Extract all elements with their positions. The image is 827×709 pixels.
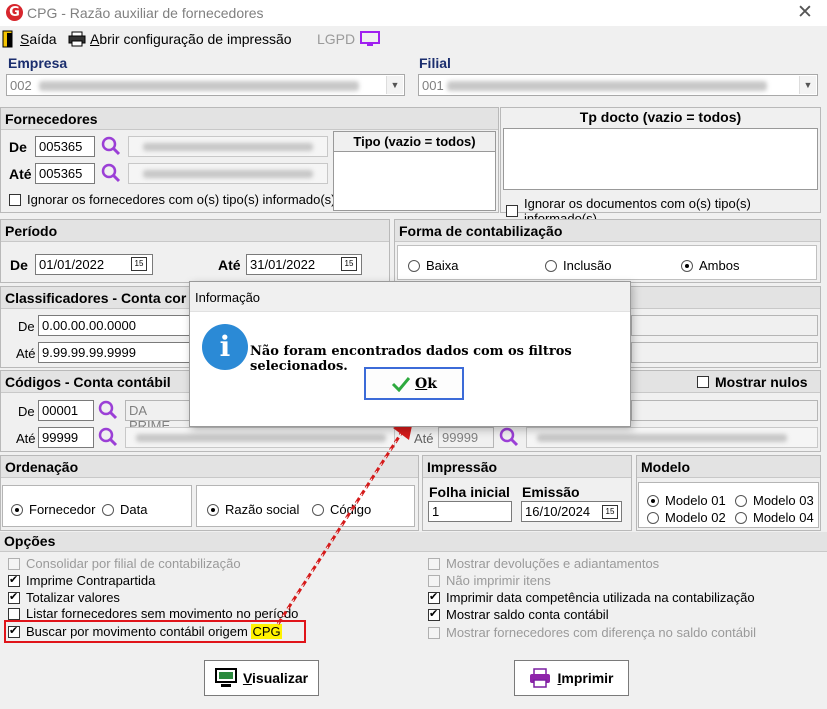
checkmark-icon: [391, 376, 411, 392]
dialog-title: Informação: [190, 282, 630, 312]
info-icon: i: [202, 324, 248, 370]
info-dialog: Informação i Não foram encontrados dados…: [189, 281, 631, 427]
ok-button[interactable]: Ok: [364, 367, 464, 400]
